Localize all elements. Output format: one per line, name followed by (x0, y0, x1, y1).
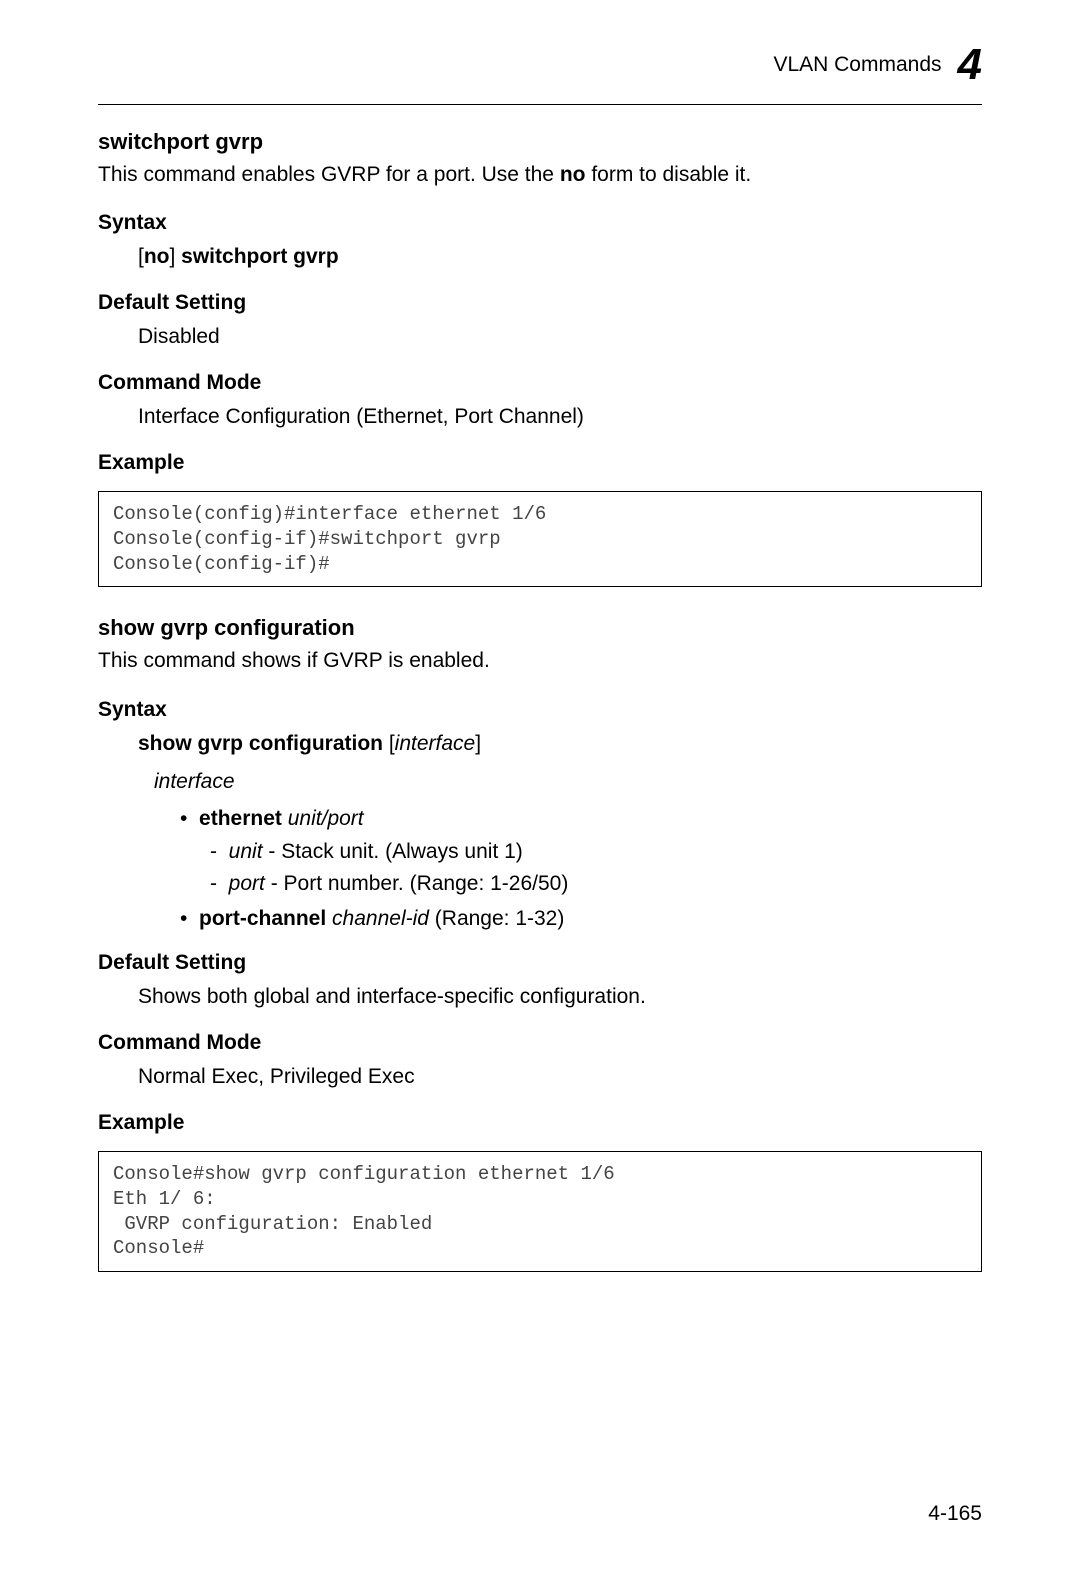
cmd2-mode-value: Normal Exec, Privileged Exec (138, 1065, 982, 1089)
cmd1-syntax-label: Syntax (98, 211, 982, 235)
cmd2-syntax: show gvrp configuration [interface] (138, 732, 982, 756)
chapter-number: 4 (958, 40, 982, 90)
syntax-cmd2: show gvrp configuration (138, 732, 383, 755)
dash-unit: - unit - Stack unit. (Always unit 1) (210, 837, 982, 866)
bullet-portchannel: • port-channel channel-id (Range: 1-32) (180, 904, 982, 933)
cmd2-default-label: Default Setting (98, 951, 982, 975)
cmd2-syntax-label: Syntax (98, 698, 982, 722)
cmd1-example-code: Console(config)#interface ethernet 1/6 C… (98, 491, 982, 587)
bullet-icon: • (180, 807, 187, 830)
cmd2-default-value: Shows both global and interface-specific… (138, 985, 982, 1009)
syntax-cmd: switchport gvrp (181, 245, 339, 268)
cmd1-default-label: Default Setting (98, 291, 982, 315)
interface-param-label: interface (154, 770, 982, 794)
cmd1-description: This command enables GVRP for a port. Us… (98, 161, 982, 189)
syntax-interface: interface (395, 732, 476, 755)
unit-ital: unit (229, 840, 263, 863)
unit-param: unit (288, 807, 322, 830)
port-ital: port (229, 872, 265, 895)
dash-icon: - (210, 840, 217, 863)
cmd2-description: This command shows if GVRP is enabled. (98, 647, 982, 675)
cmd2-example-label: Example (98, 1111, 982, 1135)
bullet-icon: • (180, 907, 187, 930)
channelid-range: (Range: 1-32) (429, 907, 564, 930)
cmd2-title: show gvrp configuration (98, 615, 982, 641)
portchannel-keyword: port-channel (199, 907, 326, 930)
dash-port: - port - Port number. (Range: 1-26/50) (210, 869, 982, 898)
unit-desc: - Stack unit. (Always unit 1) (263, 840, 523, 863)
channelid-param: channel-id (332, 907, 429, 930)
header-rule (98, 104, 982, 105)
syntax-bracket-close: ] (170, 245, 182, 268)
syntax-no: no (144, 245, 170, 268)
port-param: port (327, 807, 363, 830)
cmd1-desc-bold: no (560, 163, 586, 186)
syntax-bracket-close2: ] (475, 732, 481, 755)
page-header: VLAN Commands 4 (98, 40, 982, 90)
cmd1-default-value: Disabled (138, 325, 982, 349)
syntax-bracket-open2: [ (383, 732, 395, 755)
cmd1-desc-pre: This command enables GVRP for a port. Us… (98, 163, 560, 186)
cmd1-title: switchport gvrp (98, 129, 982, 155)
port-desc: - Port number. (Range: 1-26/50) (265, 872, 569, 895)
ethernet-keyword: ethernet (199, 807, 282, 830)
cmd1-desc-post: form to disable it. (585, 163, 751, 186)
header-category: VLAN Commands (773, 53, 941, 77)
cmd2-mode-label: Command Mode (98, 1031, 982, 1055)
cmd1-example-label: Example (98, 451, 982, 475)
cmd1-mode-label: Command Mode (98, 371, 982, 395)
cmd1-mode-value: Interface Configuration (Ethernet, Port … (138, 405, 982, 429)
dash-icon: - (210, 872, 217, 895)
bullet-ethernet: • ethernet unit/port (180, 804, 982, 833)
page-number: 4-165 (928, 1502, 982, 1526)
cmd2-example-code: Console#show gvrp configuration ethernet… (98, 1151, 982, 1272)
cmd1-syntax: [no] switchport gvrp (138, 245, 982, 269)
